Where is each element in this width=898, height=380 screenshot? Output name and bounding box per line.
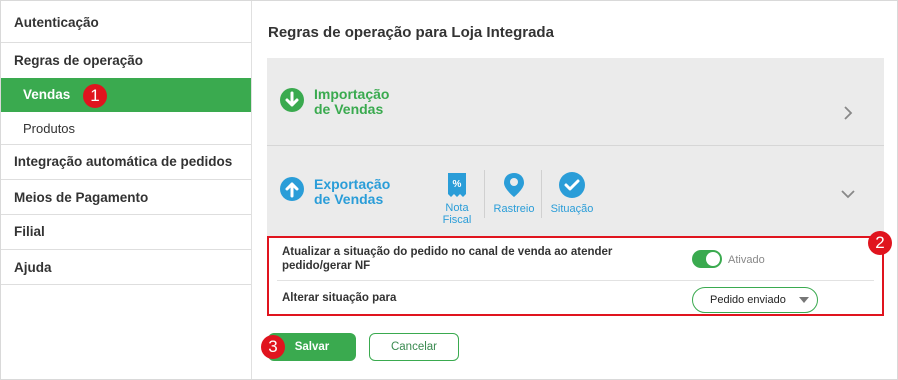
import-sales-panel[interactable]: Importação de Vendas xyxy=(267,58,884,145)
subtab-situacao[interactable]: Situação xyxy=(547,172,597,215)
subtab-rastreio[interactable]: Rastreio xyxy=(490,172,538,215)
subtab-nota-fiscal[interactable]: % Nota Fiscal xyxy=(439,172,475,226)
row-divider xyxy=(277,280,874,281)
arrow-down-circle-icon xyxy=(280,88,304,112)
sidebar-item-ajuda[interactable]: Ajuda xyxy=(1,250,251,285)
subtab-separator xyxy=(484,170,485,218)
import-sales-title: Importação de Vendas xyxy=(314,86,390,117)
sidebar-item-filial[interactable]: Filial xyxy=(1,215,251,250)
update-status-label: Atualizar a situação do pedido no canal … xyxy=(282,246,613,272)
step-badge-2: 2 xyxy=(868,231,892,255)
sidebar-item-produtos[interactable]: Produtos xyxy=(1,112,251,145)
sidebar: Autenticação Regras de operação Vendas P… xyxy=(1,1,252,379)
cancel-button[interactable]: Cancelar xyxy=(369,333,459,361)
caret-down-icon xyxy=(799,297,809,303)
sidebar-item-autenticacao[interactable]: Autenticação xyxy=(1,1,251,43)
chevron-down-icon[interactable] xyxy=(841,186,855,204)
sidebar-item-meios-de-pagamento[interactable]: Meios de Pagamento xyxy=(1,180,251,215)
arrow-up-circle-icon xyxy=(280,177,304,201)
sidebar-item-regras-de-operacao[interactable]: Regras de operação xyxy=(1,43,251,78)
page-title: Regras de operação para Loja Integrada xyxy=(268,24,554,41)
invoice-icon: % xyxy=(447,172,467,198)
toggle-state-label: Ativado xyxy=(728,254,765,266)
sidebar-item-vendas[interactable]: Vendas xyxy=(1,78,251,112)
step-badge-3: 3 xyxy=(261,335,285,359)
check-circle-icon xyxy=(559,172,585,198)
svg-text:%: % xyxy=(453,179,462,190)
sidebar-item-integracao-automatica[interactable]: Integração automática de pedidos xyxy=(1,145,251,180)
location-pin-icon xyxy=(503,172,525,198)
step-badge-1: 1 xyxy=(83,84,107,108)
chevron-right-icon[interactable] xyxy=(843,106,853,125)
subtab-separator xyxy=(541,170,542,218)
update-status-toggle[interactable] xyxy=(692,250,722,268)
export-sales-title: Exportação de Vendas xyxy=(314,176,391,207)
status-select[interactable]: Pedido enviado xyxy=(692,287,818,313)
export-sales-panel[interactable]: Exportação de Vendas % Nota Fiscal Rastr… xyxy=(267,146,884,236)
status-select-value: Pedido enviado xyxy=(710,294,786,306)
change-status-label: Alterar situação para xyxy=(282,292,397,304)
